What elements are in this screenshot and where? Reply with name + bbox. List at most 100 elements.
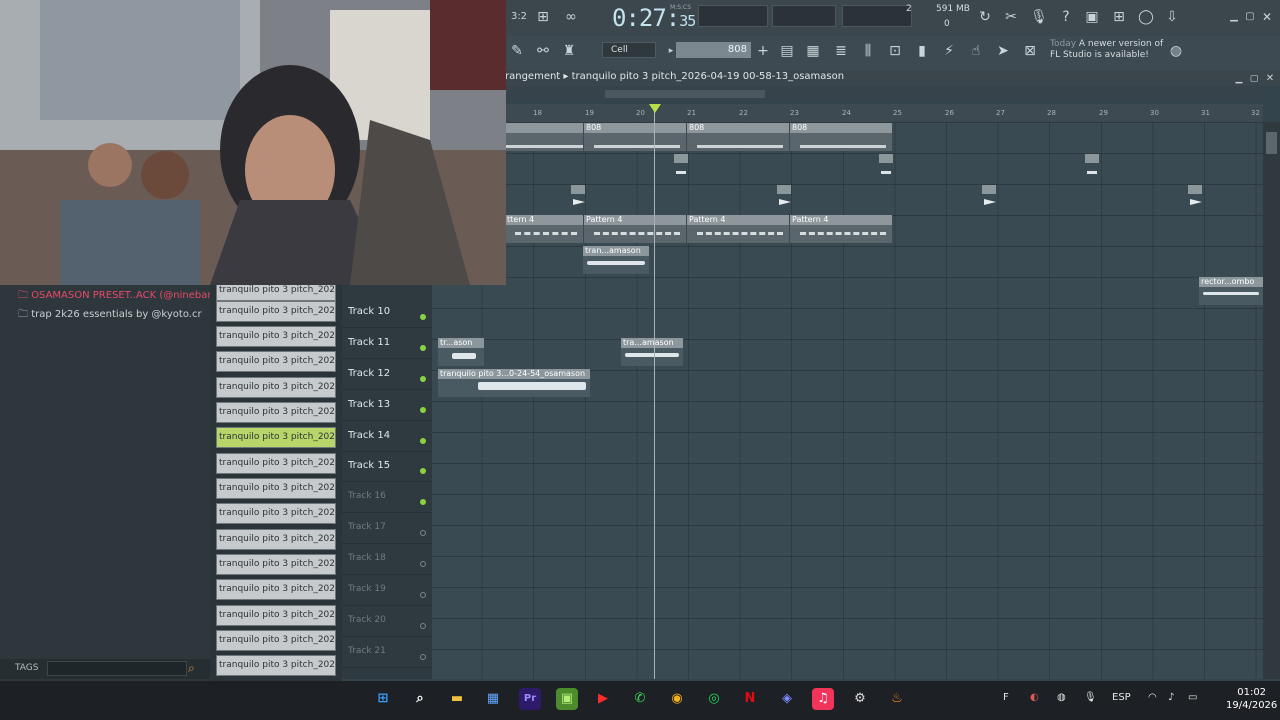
- pencil-icon[interactable]: ✎: [506, 40, 528, 62]
- track-mute-led[interactable]: [420, 314, 426, 320]
- picker-clip[interactable]: tranquilo pito 3 pitch_202: [216, 503, 336, 524]
- plug-icon[interactable]: ⚡: [938, 40, 960, 62]
- save-icon[interactable]: ▣: [1081, 6, 1103, 28]
- fl-studio-taskbar-icon[interactable]: ♨: [886, 688, 908, 710]
- channel-rack-icon[interactable]: ▦: [802, 40, 824, 62]
- add-pattern-icon[interactable]: +: [752, 40, 774, 62]
- tempo-icon[interactable]: 3:2: [508, 6, 530, 28]
- steam-icon[interactable]: ◍: [1057, 692, 1066, 703]
- close-icon[interactable]: ✕: [1256, 6, 1278, 28]
- track-header[interactable]: Track 15: [342, 451, 432, 482]
- automation-clip[interactable]: [571, 185, 585, 215]
- picker-clip[interactable]: tranquilo pito 3 pitch_202: [216, 579, 336, 600]
- audio-clip[interactable]: tr...ason: [438, 338, 484, 366]
- scroll-thumb[interactable]: [1266, 132, 1277, 154]
- tray-app-icon[interactable]: ◐: [1030, 692, 1039, 703]
- tags-search-input[interactable]: [47, 661, 187, 676]
- picker-clip[interactable]: tranquilo pito 3 pitch_202: [216, 529, 336, 550]
- pattern-song-icon[interactable]: ⊞: [532, 6, 554, 28]
- download-icon[interactable]: ⇩: [1161, 6, 1183, 28]
- pattern-clip-4[interactable]: Pattern 4: [790, 215, 892, 243]
- pattern-clip-808[interactable]: 808: [687, 123, 789, 151]
- track-mute-led[interactable]: [420, 592, 426, 598]
- picker-clip-selected[interactable]: tranquilo pito 3 pitch_202: [216, 427, 336, 448]
- audio-clip[interactable]: tranquilo pito 3...0-24-54_osamason: [438, 369, 590, 397]
- taskbar-clock[interactable]: 01:02 19/4/2026: [1226, 686, 1277, 712]
- audio-clip[interactable]: rector...ombo: [1199, 277, 1263, 305]
- playlist-grid[interactable]: [430, 122, 1263, 679]
- picker-clip[interactable]: tranquilo pito 3 pitch_202: [216, 630, 336, 651]
- audio-clip[interactable]: tra...amason: [621, 338, 683, 366]
- cart-icon[interactable]: ⊠: [1019, 40, 1041, 62]
- browser-icon[interactable]: ⊡: [884, 40, 906, 62]
- track-header[interactable]: Track 11: [342, 328, 432, 359]
- premiere-icon[interactable]: Pr: [519, 688, 541, 710]
- undo-icon[interactable]: ↻: [974, 6, 996, 28]
- piano-roll-icon[interactable]: ≣: [830, 40, 852, 62]
- language-indicator[interactable]: ESP: [1112, 692, 1131, 703]
- browser-item[interactable]: 🗀 trap 2k26 essentials by @kyoto.cr: [18, 307, 202, 324]
- picker-clip[interactable]: tranquilo pito 3 pitch_202: [216, 655, 336, 676]
- track-header[interactable]: Track 21: [342, 637, 432, 668]
- track-header[interactable]: Track 16: [342, 482, 432, 513]
- plugin-icon[interactable]: ▮: [911, 40, 933, 62]
- automation-clip[interactable]: [1188, 185, 1202, 215]
- youtube-icon[interactable]: ▶: [592, 688, 614, 710]
- help-icon[interactable]: ?: [1055, 6, 1077, 28]
- track-header[interactable]: Track 20: [342, 606, 432, 637]
- picker-clip[interactable]: tranquilo pito 3 pitch_202: [216, 402, 336, 423]
- globe-icon[interactable]: ◍: [1165, 40, 1187, 62]
- volume-icon[interactable]: ♪: [1168, 692, 1174, 703]
- automation-clip[interactable]: [674, 154, 688, 184]
- stamp-icon[interactable]: ♜: [558, 40, 580, 62]
- loop-record-icon[interactable]: ∞: [560, 6, 582, 28]
- whatsapp-icon[interactable]: ✆: [629, 688, 651, 710]
- track-header[interactable]: Track 13: [342, 390, 432, 421]
- timeline-ruler[interactable]: 18 19 20 21 22 23 24 25 26 27 28 29 30 3…: [505, 104, 1263, 122]
- metronome-icon[interactable]: ✂: [1000, 6, 1022, 28]
- track-header[interactable]: Track 19: [342, 575, 432, 606]
- track-mute-led[interactable]: [420, 407, 426, 413]
- playhead-marker[interactable]: [649, 104, 661, 113]
- track-mute-led[interactable]: [420, 345, 426, 351]
- track-header[interactable]: Track 17: [342, 513, 432, 544]
- master-volume-meter[interactable]: [698, 5, 768, 27]
- picker-clip[interactable]: tranquilo pito 3 pitch_202: [216, 605, 336, 626]
- touch-icon[interactable]: ☝: [965, 40, 987, 62]
- search-icon[interactable]: ⌕: [188, 661, 195, 676]
- discord-icon[interactable]: ◈: [776, 688, 798, 710]
- automation-clip[interactable]: [1085, 154, 1099, 184]
- wifi-icon[interactable]: ◠: [1148, 692, 1157, 703]
- search-icon[interactable]: ⌕: [409, 688, 431, 710]
- battery-icon[interactable]: ▭: [1188, 692, 1197, 703]
- netflix-icon[interactable]: N: [739, 688, 761, 710]
- music-icon[interactable]: ♫: [812, 688, 834, 710]
- overview-thumb[interactable]: [605, 90, 765, 98]
- chat-icon[interactable]: ◯: [1135, 6, 1157, 28]
- pattern-clip-4[interactable]: Pattern 4: [584, 215, 686, 243]
- settings-icon[interactable]: ⚙: [849, 688, 871, 710]
- pattern-clip-4[interactable]: ttern 4: [505, 215, 583, 243]
- record-mic-icon[interactable]: 🎙: [1028, 6, 1050, 28]
- playlist-vertical-scrollbar[interactable]: [1263, 122, 1280, 679]
- track-mute-led[interactable]: [420, 561, 426, 567]
- picker-clip[interactable]: tranquilo pito 3 pitch_202: [216, 377, 336, 398]
- browser-item[interactable]: 🗀 OSAMASON PRESET..ACK (@ninebangs): [18, 288, 229, 305]
- playlist-overview-scrollbar[interactable]: [505, 86, 1265, 102]
- automation-clip[interactable]: [777, 185, 791, 215]
- picker-clip[interactable]: tranquilo pito 3 pitch_202: [216, 351, 336, 372]
- track-header[interactable]: Track 18: [342, 544, 432, 575]
- automation-clip[interactable]: [879, 154, 893, 184]
- pattern-clip[interactable]: [505, 123, 583, 151]
- track-mute-led[interactable]: [420, 530, 426, 536]
- minecraft-icon[interactable]: ▣: [556, 688, 578, 710]
- playhead-line[interactable]: [654, 104, 655, 679]
- pattern-selector[interactable]: 808: [676, 42, 751, 58]
- audio-clip[interactable]: tran...amason: [583, 246, 649, 274]
- automation-clip[interactable]: [982, 185, 996, 215]
- track-mute-led[interactable]: [420, 654, 426, 660]
- master-pitch-slider[interactable]: [772, 5, 836, 27]
- spotify-icon[interactable]: ◎: [703, 688, 725, 710]
- fl-tray-icon[interactable]: F: [1003, 692, 1009, 703]
- pattern-clip-808[interactable]: 808: [790, 123, 892, 151]
